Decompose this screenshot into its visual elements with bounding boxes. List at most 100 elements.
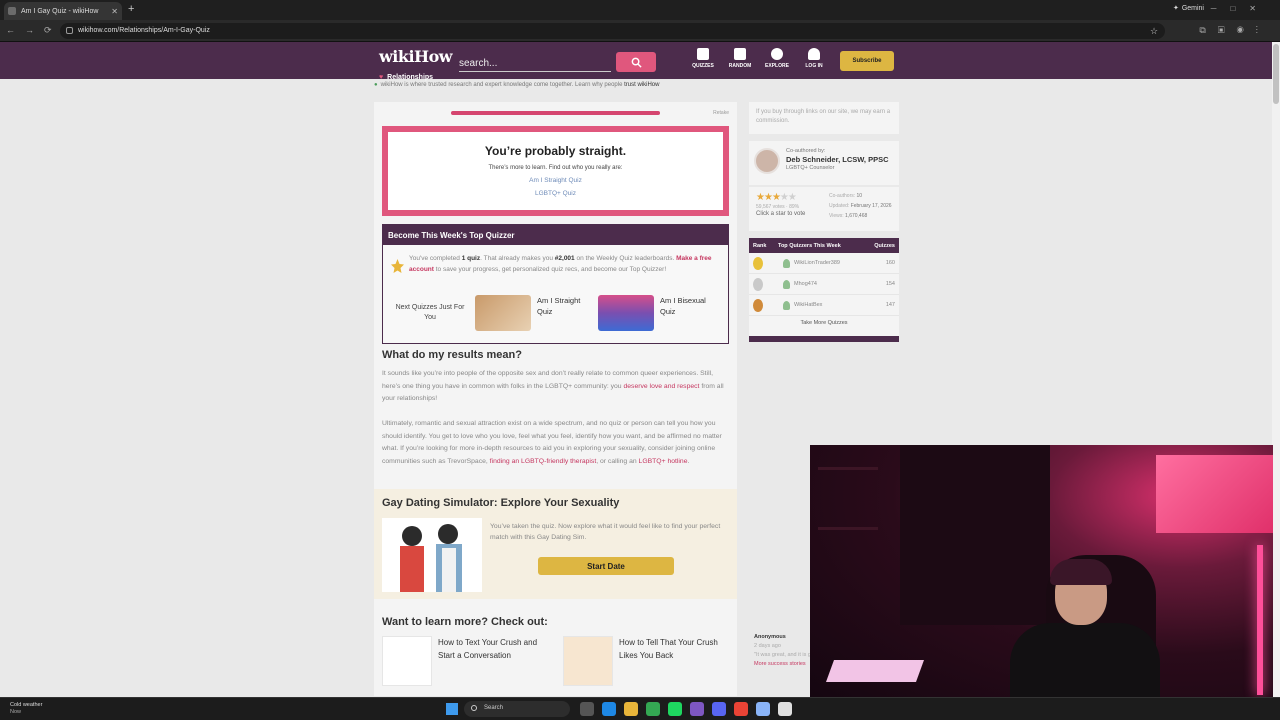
- taskbar-app-icon[interactable]: [712, 702, 726, 716]
- nav-quizzes[interactable]: QUIZZES: [683, 48, 723, 69]
- bookmark-star-icon[interactable]: ☆: [1150, 26, 1158, 37]
- window-controls[interactable]: ─□✕: [1211, 4, 1270, 13]
- random-icon: [734, 48, 746, 60]
- new-tab-icon[interactable]: +: [128, 3, 134, 15]
- next-quiz-label: Am I Straight Quiz: [537, 296, 581, 316]
- star-icon[interactable]: ★: [788, 192, 797, 203]
- search-button[interactable]: [616, 52, 656, 72]
- taskbar-app-icon[interactable]: [690, 702, 704, 716]
- author-title: LGBTQ+ Counselor: [786, 165, 835, 171]
- results-paragraph: Ultimately, romantic and sexual attracti…: [382, 420, 722, 465]
- nav-login[interactable]: LOG IN: [794, 48, 834, 69]
- page-scrollbar[interactable]: [1272, 42, 1280, 697]
- author-name[interactable]: Deb Schneider, LCSW, PPSC: [786, 155, 889, 164]
- quiz-article: Retake You’re probably straight. There’s…: [374, 102, 737, 696]
- vote-cta: Click a star to vote: [756, 211, 806, 217]
- learn-more-heading: Want to learn more? Check out:: [382, 616, 548, 628]
- webcam-shelf: [818, 467, 878, 470]
- article-stats: Co-authors: 10 Updated: February 17, 202…: [829, 193, 892, 219]
- favicon-icon: [8, 7, 16, 15]
- avatar: [754, 148, 780, 174]
- quiz-thumbnail: [475, 295, 531, 331]
- star-icon[interactable]: ★: [764, 192, 773, 203]
- scrollbar-thumb[interactable]: [1273, 44, 1279, 104]
- taskbar: Cold weather Now Search: [0, 697, 1280, 720]
- taskbar-app-icon[interactable]: [646, 702, 660, 716]
- star-icon[interactable]: ★: [772, 192, 781, 203]
- user-icon: [783, 279, 790, 289]
- url-field[interactable]: wikihow.com/Relationships/Am-I-Gay-Quiz: [60, 23, 1165, 39]
- next-quiz-label: Am I Bisexual Quiz: [660, 296, 706, 316]
- leaderboard-header: Rank Top Quizzers This Week Quizzes: [749, 238, 899, 253]
- related-article-card[interactable]: How to Text Your Crush and Start a Conve…: [382, 636, 548, 686]
- webcam-background: [900, 445, 1050, 625]
- windows-start-icon[interactable]: [446, 703, 458, 715]
- trophy-icon: [391, 259, 404, 273]
- result-box: You’re probably straight. There’s more t…: [382, 126, 729, 216]
- search-input[interactable]: [459, 58, 611, 69]
- taskbar-app-icon[interactable]: [580, 702, 594, 716]
- taskbar-app-icon[interactable]: [602, 702, 616, 716]
- leaderboard-row: WikiLionTrader389 160: [749, 253, 899, 274]
- lgbtq-quiz-link[interactable]: LGBTQ+ Quiz: [388, 190, 723, 197]
- love-respect-link[interactable]: deserve love and respect: [623, 383, 699, 390]
- subscribe-button[interactable]: Subscribe: [840, 51, 894, 71]
- retake-link[interactable]: Retake: [713, 110, 729, 116]
- taskbar-app-icon[interactable]: [778, 702, 792, 716]
- taskbar-app-icon[interactable]: [624, 702, 638, 716]
- therapist-link[interactable]: finding an LGBTQ-friendly therapist: [490, 458, 597, 465]
- site-header: wikiHow ♥Relationships QUIZZES RANDOM EX…: [0, 42, 1272, 81]
- gold-medal-icon: [753, 256, 763, 270]
- gemini-icon: ✦: [1172, 5, 1179, 12]
- tab-title: Am I Gay Quiz - wikiHow: [21, 7, 99, 15]
- top-quizzer-card: Become This Week's Top Quizzer You've co…: [382, 224, 729, 344]
- user-icon: [783, 258, 790, 268]
- check-icon: ●: [374, 82, 378, 88]
- star-rating[interactable]: ★★★★★: [756, 192, 797, 203]
- taskbar-app-icon[interactable]: [734, 702, 748, 716]
- browser-tab[interactable]: Am I Gay Quiz - wikiHow ✕: [4, 2, 122, 20]
- site-info-icon[interactable]: [66, 27, 73, 34]
- star-icon[interactable]: ★: [780, 192, 789, 203]
- close-tab-icon[interactable]: ✕: [111, 7, 118, 16]
- next-quiz-card[interactable]: Am I Straight Quiz: [475, 295, 597, 331]
- extensions-icons[interactable]: ⧉▣◉⋮: [1199, 25, 1270, 36]
- related-article-card[interactable]: How to Tell That Your Crush Likes You Ba…: [563, 636, 729, 686]
- taskbar-app-icon[interactable]: [668, 702, 682, 716]
- weather-widget[interactable]: Cold weather Now: [10, 702, 42, 716]
- webcam-person: [1010, 623, 1160, 700]
- nav-explore[interactable]: EXPLORE: [757, 48, 797, 69]
- coauthored-label: Co-authored by:: [786, 148, 826, 154]
- vote-count: 59,567 votes · 89%: [756, 204, 800, 210]
- hotline-link[interactable]: LGBTQ+ hotline: [639, 458, 688, 465]
- top-quizzer-text: You've completed 1 quiz. That already ma…: [409, 255, 712, 273]
- trust-link[interactable]: trust wikiHow: [624, 82, 659, 88]
- straight-quiz-link[interactable]: Am I Straight Quiz: [388, 177, 723, 184]
- search-field[interactable]: [459, 53, 611, 72]
- result-subtitle: There’s more to learn. Find out who you …: [488, 165, 623, 171]
- user-icon: [783, 300, 790, 310]
- browser-tabbar: Am I Gay Quiz - wikiHow ✕ + ✦ Gemini ─□✕: [0, 0, 1280, 20]
- taskbar-app-icon[interactable]: [756, 702, 770, 716]
- trust-banner: ● wikiHow is where trusted research and e…: [374, 82, 660, 88]
- start-date-button[interactable]: Start Date: [538, 557, 674, 575]
- gemini-button[interactable]: ✦ Gemini: [1172, 4, 1204, 13]
- take-more-quizzes-link[interactable]: Take More Quizzes: [749, 316, 899, 326]
- nav-random[interactable]: RANDOM: [720, 48, 760, 69]
- webcam-wall-art: [1156, 455, 1273, 533]
- nav-buttons[interactable]: ←→⟳: [6, 25, 62, 36]
- wikihow-logo[interactable]: wikiHow ♥ Relationships: [379, 47, 453, 84]
- star-icon[interactable]: ★: [756, 192, 765, 203]
- webcam-led-light: [1257, 545, 1263, 695]
- next-quiz-card[interactable]: Am I Bisexual Quiz: [598, 295, 720, 331]
- quiz-progress-bar: [451, 111, 660, 115]
- leaderboard: Rank Top Quizzers This Week Quizzes WikiLi…: [749, 238, 899, 342]
- taskbar-search[interactable]: Search: [464, 701, 570, 717]
- webcam-shelf: [818, 527, 878, 530]
- dating-sim-title: Gay Dating Simulator: Explore Your Sexua…: [382, 497, 620, 509]
- related-title: How to Tell That Your Crush Likes You Ba…: [619, 638, 718, 660]
- related-title: How to Text Your Crush and Start a Conve…: [438, 638, 538, 660]
- dating-sim-promo: Gay Dating Simulator: Explore Your Sexua…: [374, 489, 737, 599]
- related-thumbnail: [382, 636, 432, 686]
- result-title: You’re probably straight.: [484, 144, 627, 158]
